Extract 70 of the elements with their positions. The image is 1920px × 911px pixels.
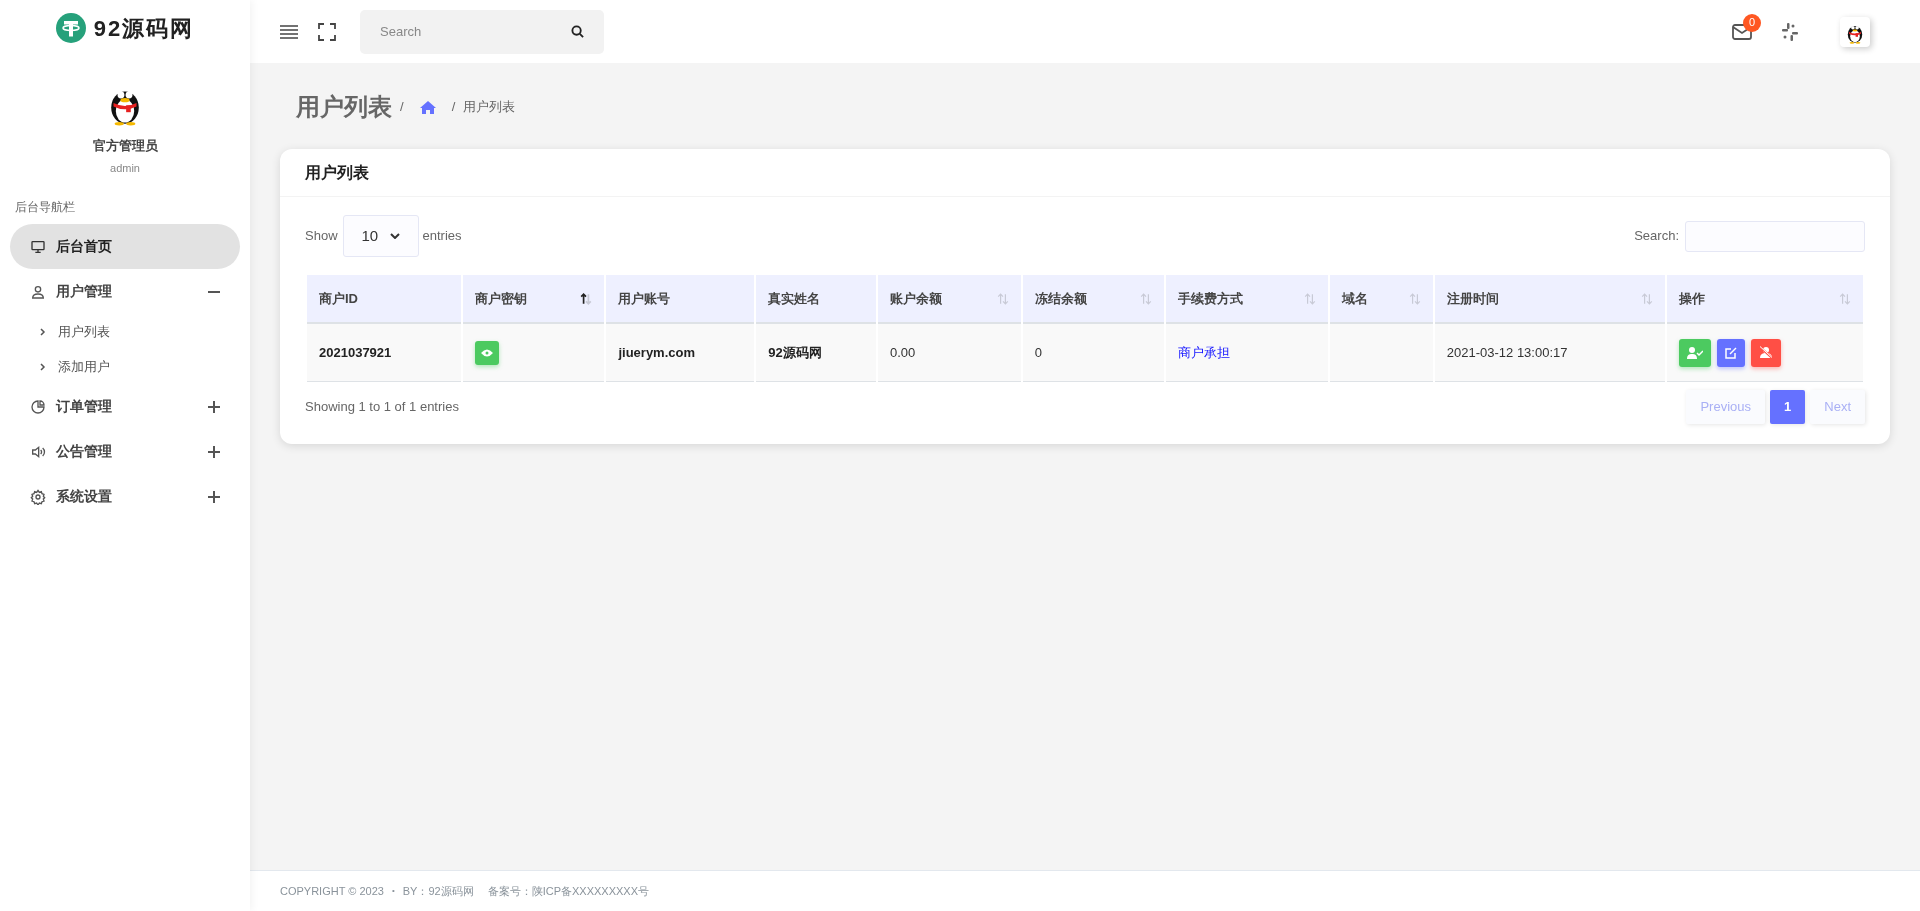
- column-header[interactable]: 商户密钥: [462, 275, 605, 324]
- column-header: 用户账号: [606, 275, 755, 324]
- column-header[interactable]: 注册时间: [1434, 275, 1666, 324]
- column-header[interactable]: 冻结余额: [1022, 275, 1165, 324]
- fullscreen-icon[interactable]: [318, 22, 336, 41]
- column-header[interactable]: 账户余额: [877, 275, 1021, 324]
- page-size-select[interactable]: 10: [342, 215, 419, 257]
- home-icon[interactable]: [419, 100, 436, 114]
- nav-item[interactable]: 公告管理: [10, 429, 240, 474]
- table-info: Showing 1 to 1 of 1 entries: [305, 398, 459, 417]
- breadcrumb-separator: /: [451, 98, 456, 117]
- disable-user-button[interactable]: [1751, 338, 1782, 367]
- entries-label: entries: [422, 227, 462, 246]
- breadcrumb-item[interactable]: 用户列表: [463, 97, 516, 117]
- copyright-text: COPYRIGHT © 2023: [280, 883, 384, 899]
- nav-item[interactable]: 系统设置: [10, 474, 240, 519]
- nav-section-title: 后台导航栏: [15, 199, 76, 216]
- search-input[interactable]: Search: [380, 21, 571, 42]
- show-label: Show: [305, 227, 338, 246]
- nav-subitem[interactable]: 添加用户: [40, 349, 250, 384]
- plus-icon: [208, 490, 220, 503]
- chevron-down-icon: [389, 233, 400, 239]
- profile-name: 官方管理员: [92, 137, 158, 155]
- logo-icon: [55, 13, 86, 43]
- nav-subitem[interactable]: 用户列表: [40, 314, 250, 349]
- table-cell: 0: [1034, 344, 1042, 360]
- user-avatar[interactable]: [1840, 16, 1870, 47]
- nav-item[interactable]: 用户管理: [10, 269, 240, 314]
- plus-icon: [208, 400, 220, 413]
- author-text: BY：92源码网: [402, 883, 474, 899]
- separator-dot: •: [391, 885, 395, 897]
- page-button[interactable]: 1: [1770, 390, 1806, 424]
- chevron-right-icon: [40, 362, 46, 371]
- table-cell: 2021-03-12 13:00:17: [1446, 344, 1568, 360]
- table-search-field[interactable]: [1685, 220, 1865, 252]
- table-cell: 2021037921: [319, 344, 392, 360]
- nav-item[interactable]: 订单管理: [10, 384, 240, 429]
- user-icon: [30, 283, 46, 300]
- column-header: 商户ID: [307, 275, 461, 324]
- notification-count: 0: [1743, 13, 1761, 32]
- user-check-icon: [1687, 346, 1704, 359]
- page-title: 用户列表: [296, 92, 392, 122]
- profile-username: admin: [110, 160, 140, 176]
- menu-icon[interactable]: [280, 24, 298, 39]
- card-title: 用户列表: [305, 162, 369, 183]
- column-header: 真实姓名: [756, 275, 876, 324]
- fee-mode-link[interactable]: 商户承担: [1178, 344, 1231, 360]
- brand-name: 92源码网: [93, 14, 195, 43]
- table-cell: jiuerym.com: [618, 344, 696, 360]
- table-cell: 0.00: [889, 344, 916, 360]
- column-header[interactable]: 域名: [1329, 275, 1433, 324]
- pie-chart-icon: [30, 398, 46, 415]
- eye-icon: [480, 348, 493, 357]
- grid-dots-icon[interactable]: [1780, 21, 1800, 42]
- plus-icon: [208, 445, 220, 458]
- column-header[interactable]: 操作: [1667, 275, 1863, 324]
- search-field[interactable]: Search: [360, 9, 604, 54]
- settings-icon: [30, 488, 46, 505]
- chevron-right-icon: [40, 327, 46, 336]
- edit-icon: [1725, 346, 1738, 359]
- user-slash-icon: [1759, 346, 1774, 359]
- table-cell: 92源码网: [768, 344, 822, 360]
- search-icon[interactable]: [571, 25, 584, 38]
- search-label: Search:: [1634, 227, 1679, 246]
- breadcrumb-separator: /: [400, 98, 404, 117]
- monitor-icon: [30, 238, 46, 255]
- edit-button[interactable]: [1717, 338, 1746, 367]
- icp-text: 备案号：陕ICP备XXXXXXXXX号: [487, 883, 649, 899]
- nav-item[interactable]: 后台首页: [10, 224, 240, 269]
- column-header[interactable]: 手续费方式: [1166, 275, 1328, 324]
